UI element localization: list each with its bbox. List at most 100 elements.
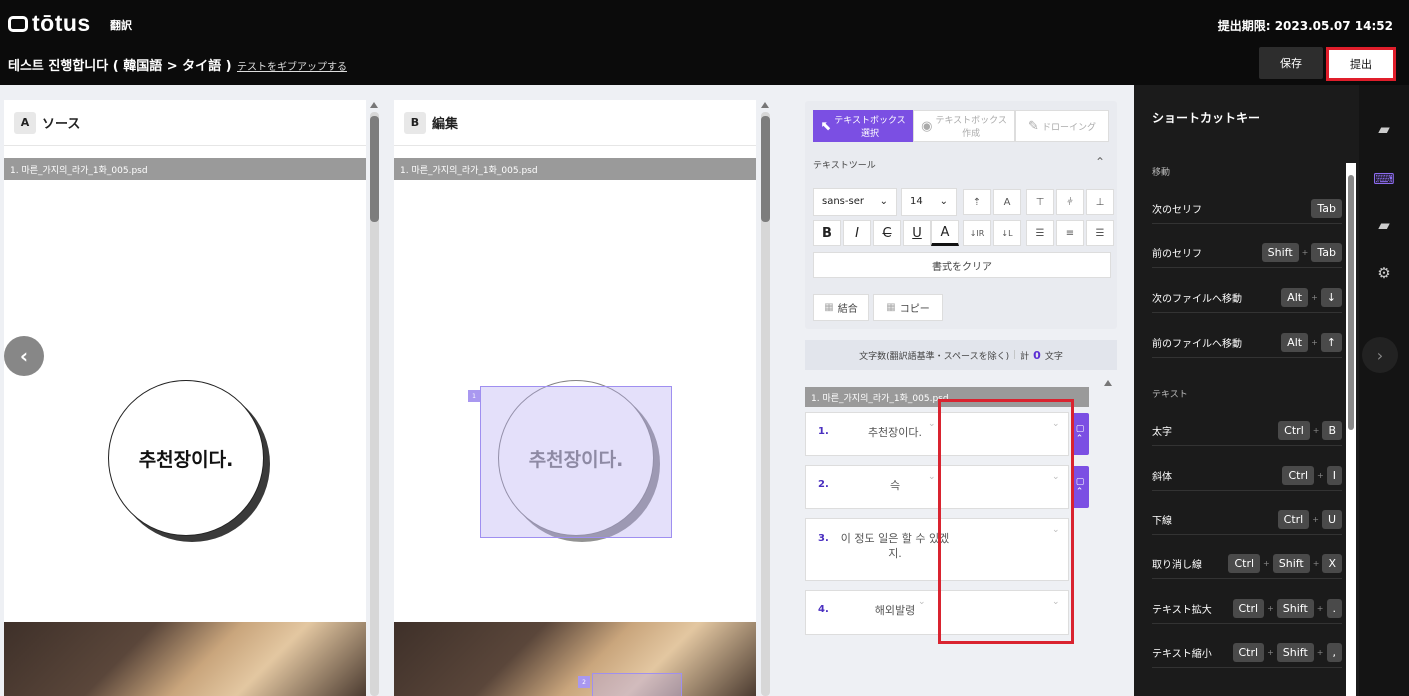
copy-button[interactable]: ▦ コピー <box>873 294 943 321</box>
key-cap: Shift <box>1272 554 1310 573</box>
chevron-down-icon: ⌄ <box>879 196 888 207</box>
copy-label: コピー <box>899 304 930 315</box>
font-color-icon[interactable]: A <box>931 220 959 246</box>
align-top-icon[interactable]: ⊤ <box>1026 189 1054 215</box>
text-box-overlay[interactable] <box>592 673 682 696</box>
merge-icon: ▦ <box>824 302 834 313</box>
plus-icon: + <box>1312 559 1320 568</box>
shortcut-row: 斜体 Ctrl + I <box>1152 461 1342 491</box>
row-number: 1. <box>818 426 829 437</box>
shortcut-title: ショートカットキー <box>1152 111 1261 125</box>
plus-icon: + <box>1312 515 1319 524</box>
shortcut-label: テキスト拡大 <box>1152 605 1212 616</box>
text-box-overlay[interactable] <box>480 386 672 538</box>
char-count-prefix: 計 <box>1020 351 1030 362</box>
comment-icon[interactable]: ▰ <box>1373 118 1395 140</box>
key-cap: Ctrl <box>1228 554 1261 573</box>
bold-icon[interactable]: B <box>813 220 841 246</box>
chat-icon[interactable]: ▰ <box>1373 214 1395 236</box>
font-size-select[interactable]: 14 ⌄ <box>901 188 957 216</box>
shortcut-row: 太字 Ctrl + B <box>1152 416 1342 446</box>
scrollbar-thumb[interactable] <box>1348 175 1354 430</box>
comic-panel-image <box>394 622 756 696</box>
edit-canvas[interactable]: 추천장이다. 1 2 <box>394 180 756 696</box>
plus-icon: + <box>1311 338 1318 347</box>
source-scrollbar[interactable] <box>370 112 379 696</box>
shortcut-label: 前のセリフ <box>1152 249 1202 260</box>
shortcut-row: 前のファイルへ移動 Alt + ↑ <box>1152 328 1342 358</box>
align-right-icon[interactable]: ☰ <box>1086 220 1114 246</box>
tab-textbox-create[interactable]: ◉ テキストボックス 作成 <box>913 110 1015 142</box>
font-size-value: 14 <box>910 196 923 207</box>
underline-icon[interactable]: U <box>903 220 931 246</box>
shortcut-label: テキスト縮小 <box>1152 649 1212 660</box>
row-source-text: 이 정도 일은 할 수 있겠지. <box>840 532 950 560</box>
giveup-link[interactable]: テストをギブアップする <box>237 58 347 73</box>
chevron-down-icon[interactable]: ⌄ <box>928 472 936 482</box>
letter-spacing-icon[interactable]: A <box>993 189 1021 215</box>
text-direction-icon[interactable]: ↓IR <box>963 220 991 246</box>
line-height-icon[interactable]: ⇡ <box>963 189 991 215</box>
plus-icon: + <box>1312 426 1320 435</box>
submit-button[interactable]: 提出 <box>1326 47 1396 81</box>
speech-bubble: 추천장이다. <box>108 380 264 536</box>
plus-icon: + <box>1317 471 1324 480</box>
section-move-label: 移動 <box>1152 168 1171 178</box>
prev-page-button[interactable]: ‹ <box>4 336 44 376</box>
shortcut-scrollbar[interactable] <box>1346 163 1356 696</box>
plus-icon: + <box>1263 559 1270 568</box>
copy-icon: ▦ <box>886 302 896 313</box>
scroll-up-icon[interactable] <box>761 102 769 108</box>
pen-icon: ✎ <box>1028 118 1039 134</box>
tab-label: テキストボックス 作成 <box>935 116 1007 139</box>
key-cap: X <box>1322 554 1342 573</box>
top-bar: tōtus 翻訳 提出期限: 2023.05.07 14:52 테스트 진행합니… <box>0 0 1409 85</box>
align-bottom-icon[interactable]: ⊥ <box>1086 189 1114 215</box>
key-cap: I <box>1326 466 1342 485</box>
italic-icon[interactable]: I <box>843 220 871 246</box>
chevron-up-icon[interactable]: ⌃ <box>1095 155 1105 169</box>
chevron-left-icon: ‹ <box>19 344 29 368</box>
strikethrough-icon[interactable]: C <box>873 220 901 246</box>
gear-icon[interactable]: ⚙ <box>1373 262 1395 284</box>
shortcut-label: 前のファイルへ移動 <box>1152 339 1242 350</box>
key-cap: ↓ <box>1320 288 1342 307</box>
scroll-up-icon[interactable] <box>370 102 378 108</box>
save-button[interactable]: 保存 <box>1259 47 1323 79</box>
tab-drawing[interactable]: ✎ ドローイング <box>1015 110 1109 142</box>
keyboard-icon[interactable]: ⌨ <box>1373 168 1395 190</box>
logo-text: tōtus <box>32 10 91 36</box>
totus-logo[interactable]: tōtus <box>8 10 91 37</box>
row-number: 3. <box>818 533 829 544</box>
plus-icon: + <box>1316 648 1324 657</box>
edit-scrollbar[interactable] <box>761 112 770 696</box>
comic-panel-image <box>4 622 366 696</box>
shortcut-label: 取り消し線 <box>1152 560 1202 571</box>
text-box-number: 1 <box>468 390 480 402</box>
align-left-icon[interactable]: ☰ <box>1026 220 1054 246</box>
scrollbar-thumb[interactable] <box>761 116 770 222</box>
chevron-down-icon[interactable]: ⌄ <box>928 419 936 429</box>
tab-label: テキストボックス 選択 <box>834 116 906 139</box>
chevron-right-icon[interactable]: › <box>1362 337 1398 373</box>
key-cap: Shift <box>1276 643 1314 662</box>
list-scroll-up-icon[interactable] <box>1104 380 1112 386</box>
key-cap: Ctrl <box>1277 510 1310 529</box>
key-cap: Ctrl <box>1232 643 1265 662</box>
font-family-select[interactable]: sans-ser ⌄ <box>813 188 897 216</box>
merge-button[interactable]: ▦ 結合 <box>813 294 869 321</box>
merge-label: 結合 <box>837 304 858 315</box>
plus-icon: + <box>1311 293 1318 302</box>
align-middle-icon[interactable]: ⫩ <box>1056 189 1084 215</box>
key-cap: Alt <box>1281 288 1309 307</box>
char-count-bar: 文字数(翻訳語基準・スペースを除く) | 計 0 文字 <box>805 340 1117 370</box>
align-center-icon[interactable]: ≡ <box>1056 220 1084 246</box>
tab-textbox-select[interactable]: ⬉ テキストボックス 選択 <box>813 110 913 142</box>
key-cap: , <box>1326 643 1342 662</box>
clear-format-button[interactable]: 書式をクリア <box>813 252 1111 278</box>
cursor-icon: ⬉ <box>820 118 832 134</box>
scrollbar-thumb[interactable] <box>370 116 379 222</box>
text-direction-alt-icon[interactable]: ↓L <box>993 220 1021 246</box>
source-canvas[interactable]: 추천장이다. <box>4 180 366 696</box>
chevron-down-icon[interactable]: ⌄ <box>918 597 926 607</box>
